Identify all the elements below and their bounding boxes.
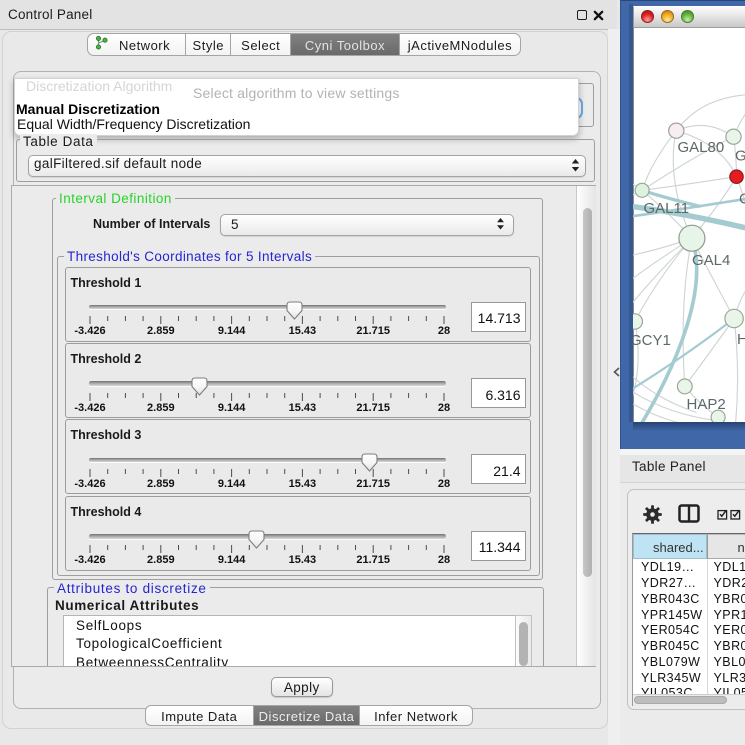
svg-text:HA: HA	[737, 331, 745, 348]
svg-text:HAP2: HAP2	[686, 396, 725, 413]
svg-text:GAL11: GAL11	[643, 200, 689, 217]
svg-text:GCY1: GCY1	[633, 332, 671, 349]
svg-text:GAL4: GAL4	[692, 252, 730, 269]
svg-text:CD: CD	[739, 190, 745, 207]
svg-text:GAL80: GAL80	[677, 139, 724, 156]
svg-text:GAL7: GAL7	[735, 147, 745, 164]
